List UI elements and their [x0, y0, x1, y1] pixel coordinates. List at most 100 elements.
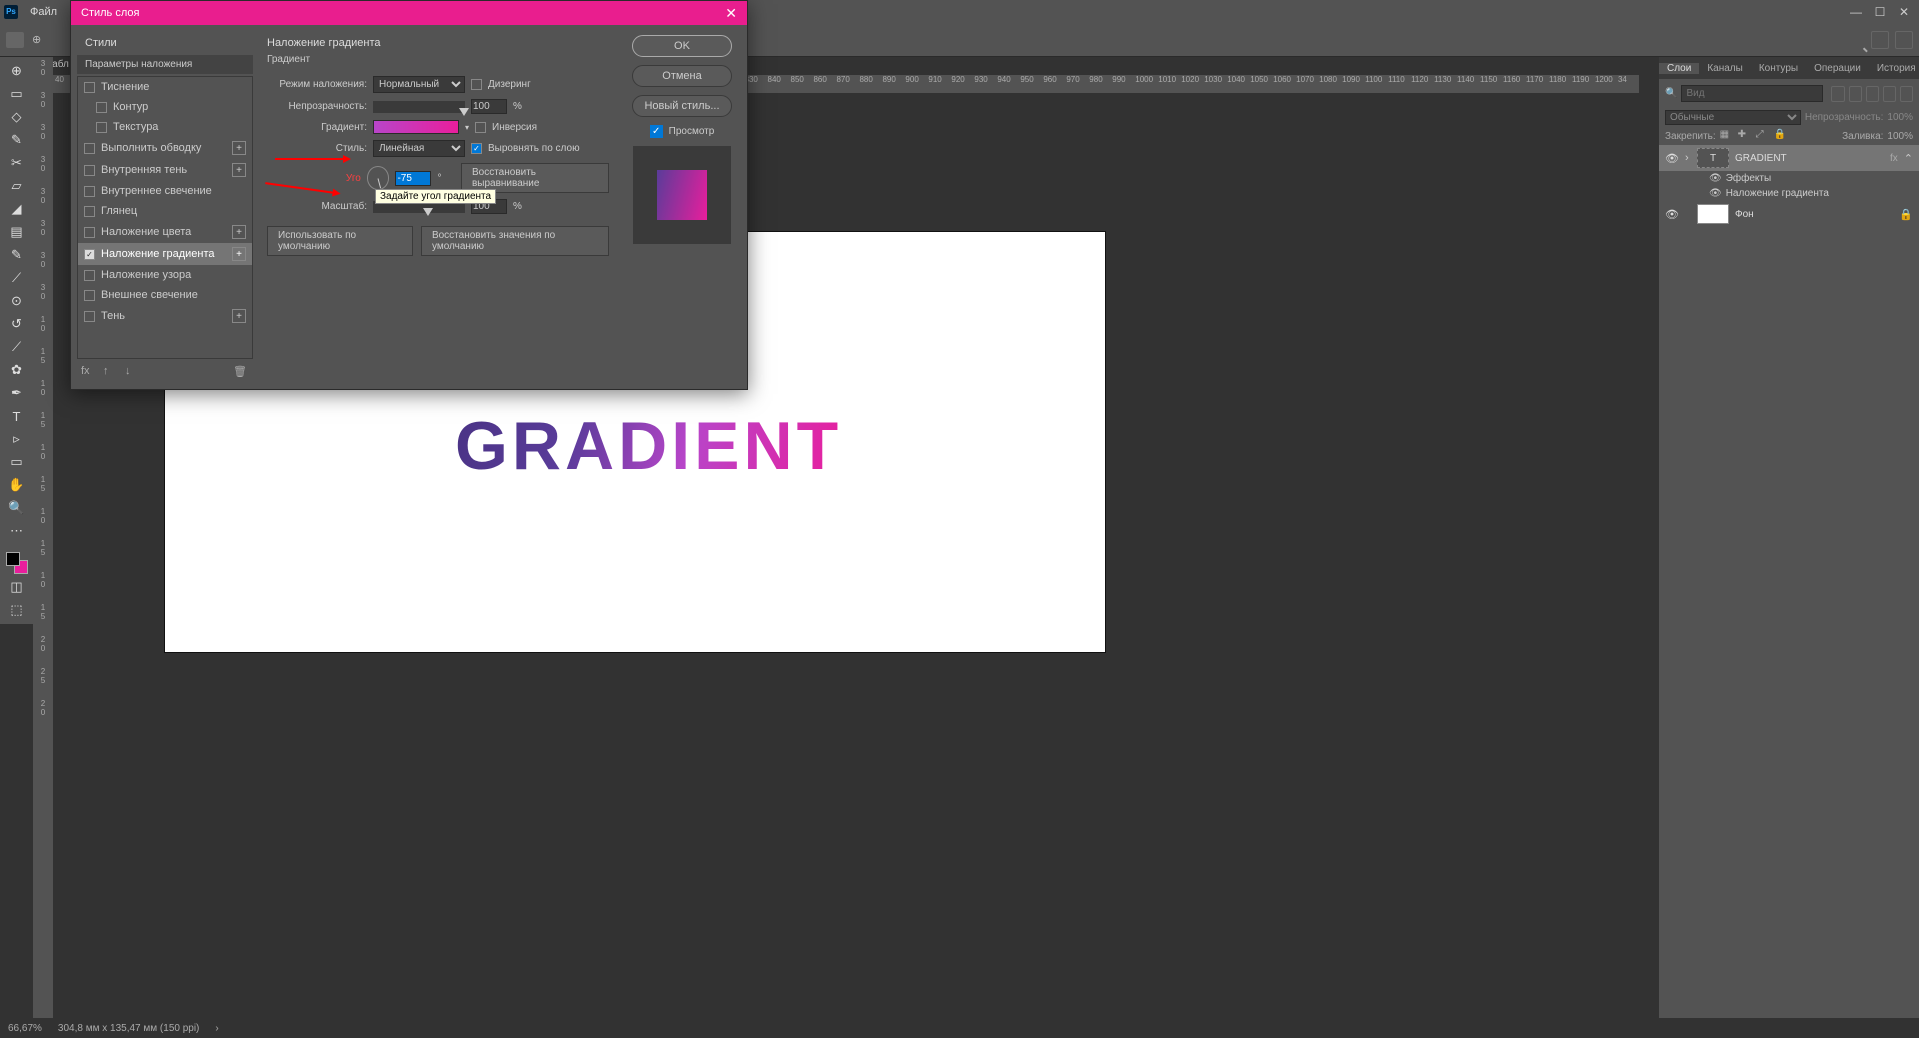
filter-smart-icon[interactable] — [1900, 86, 1913, 102]
reset-default-button[interactable]: Восстановить значения по умолчанию — [421, 226, 609, 256]
opacity-value[interactable]: 100% — [1887, 112, 1913, 123]
blend-mode-select[interactable]: Обычные — [1665, 110, 1801, 125]
lock-all-icon[interactable]: 🔒 — [1774, 129, 1788, 143]
dither-checkbox[interactable] — [471, 79, 482, 90]
layer-gradient[interactable]: 👁 › T GRADIENT fx ⌃ — [1659, 145, 1919, 171]
close-icon[interactable]: ✕ — [1893, 5, 1915, 19]
ok-button[interactable]: OK — [632, 35, 732, 57]
lock-pixels-icon[interactable]: ▦ — [1720, 129, 1734, 143]
chevron-down-icon[interactable]: ⌃ — [1904, 152, 1913, 165]
color-swatches[interactable] — [6, 552, 28, 574]
cancel-button[interactable]: Отмена — [632, 65, 732, 87]
blend-mode-select[interactable]: Нормальный — [373, 76, 465, 93]
visibility-icon[interactable]: 👁 — [1709, 188, 1722, 199]
align-checkbox[interactable] — [471, 143, 482, 154]
trash-icon[interactable]: 🗑 — [233, 365, 249, 379]
gradient-picker[interactable] — [373, 120, 459, 134]
fx-icon[interactable]: fx — [81, 365, 97, 379]
filter-adjust-icon[interactable] — [1849, 86, 1862, 102]
chevron-right-icon[interactable]: › — [215, 1023, 218, 1034]
effect-inner-shadow[interactable]: Внутренняя тень+ — [78, 159, 252, 181]
effect-drop-shadow[interactable]: Тень+ — [78, 305, 252, 327]
effect-satin[interactable]: Глянец — [78, 201, 252, 221]
marquee-tool[interactable]: ▭ — [5, 84, 29, 104]
blend-options-header[interactable]: Параметры наложения — [77, 55, 253, 74]
visibility-icon[interactable]: 👁 — [1665, 208, 1679, 221]
preview-toggle[interactable]: ✓ Просмотр — [650, 125, 715, 138]
brush-tool[interactable]: ✎ — [5, 245, 29, 265]
effect-stroke[interactable]: Выполнить обводку+ — [78, 137, 252, 159]
visibility-icon[interactable]: 👁 — [1665, 152, 1679, 165]
share-icon[interactable] — [1895, 31, 1913, 49]
plus-icon[interactable]: + — [232, 225, 246, 239]
effect-texture[interactable]: Текстура — [78, 117, 252, 137]
eraser-tool[interactable]: ↺ — [5, 314, 29, 334]
close-icon[interactable]: ✕ — [725, 5, 737, 22]
styles-header[interactable]: Стили — [77, 31, 253, 55]
visibility-icon[interactable]: 👁 — [1709, 173, 1722, 184]
dialog-titlebar[interactable]: Стиль слоя ✕ — [71, 1, 747, 25]
menu-file[interactable]: Файл — [24, 6, 63, 18]
lock-position-icon[interactable]: ✚ — [1738, 129, 1752, 143]
type-tool[interactable]: T — [5, 406, 29, 426]
frame-tool[interactable]: ▱ — [5, 176, 29, 196]
effect-gradient-overlay[interactable]: Наложение градиента — [1726, 188, 1829, 199]
effect-color-overlay[interactable]: Наложение цвета+ — [78, 221, 252, 243]
plus-icon[interactable]: + — [232, 309, 246, 323]
gradient-tool[interactable]: ⟋ — [5, 337, 29, 357]
history-brush-tool[interactable]: ⊙ — [5, 291, 29, 311]
shape-tool[interactable]: ▭ — [5, 452, 29, 472]
effect-bevel[interactable]: Тиснение — [78, 77, 252, 97]
heal-tool[interactable]: ▤ — [5, 222, 29, 242]
minimize-icon[interactable]: — — [1845, 5, 1867, 19]
lock-artboard-icon[interactable]: ⤢ — [1756, 129, 1770, 143]
fx-badge[interactable]: fx — [1890, 153, 1898, 164]
stamp-tool[interactable]: ⟋ — [5, 268, 29, 288]
angle-input[interactable] — [395, 171, 431, 186]
layer-background[interactable]: 👁 Фон 🔒 — [1659, 201, 1919, 227]
zoom-tool[interactable]: 🔍 — [5, 498, 29, 518]
wand-tool[interactable]: ✎ — [5, 130, 29, 150]
hand-tool[interactable]: ✋ — [5, 475, 29, 495]
fill-value[interactable]: 100% — [1887, 131, 1913, 142]
make-default-button[interactable]: Использовать по умолчанию — [267, 226, 413, 256]
reverse-checkbox[interactable] — [475, 122, 486, 133]
pen-tool[interactable]: ✒ — [5, 383, 29, 403]
effect-gradient-overlay[interactable]: Наложение градиента+ — [78, 243, 252, 265]
search-icon[interactable] — [1847, 31, 1865, 49]
eyedropper-tool[interactable]: ◢ — [5, 199, 29, 219]
angle-wheel[interactable] — [367, 166, 390, 190]
effect-pattern-overlay[interactable]: Наложение узора — [78, 265, 252, 285]
more-tools[interactable]: ⋯ — [5, 521, 29, 541]
layer-filter-input[interactable] — [1681, 85, 1823, 102]
blur-tool[interactable]: ✿ — [5, 360, 29, 380]
filter-shape-icon[interactable] — [1883, 86, 1896, 102]
home-icon[interactable] — [6, 32, 24, 48]
crop-tool[interactable]: ✂ — [5, 153, 29, 173]
effect-inner-glow[interactable]: Внутреннее свечение — [78, 181, 252, 201]
plus-icon[interactable]: + — [232, 163, 246, 177]
quickmask-icon[interactable]: ◫ — [5, 577, 29, 597]
tab-paths[interactable]: Контуры — [1751, 63, 1806, 74]
plus-icon[interactable]: + — [232, 247, 246, 261]
opacity-input[interactable] — [471, 99, 507, 114]
effect-outer-glow[interactable]: Внешнее свечение — [78, 285, 252, 305]
arrow-down-icon[interactable]: ↓ — [125, 365, 141, 379]
filter-image-icon[interactable] — [1831, 86, 1844, 102]
move-tool-icon[interactable]: ⊕ — [32, 33, 48, 46]
frame-icon[interactable] — [1871, 31, 1889, 49]
opacity-slider[interactable] — [373, 101, 465, 113]
filter-type-icon[interactable] — [1866, 86, 1879, 102]
tab-channels[interactable]: Каналы — [1699, 63, 1751, 74]
lasso-tool[interactable]: ◇ — [5, 107, 29, 127]
maximize-icon[interactable]: ☐ — [1869, 5, 1891, 19]
effect-contour[interactable]: Контур — [78, 97, 252, 117]
tab-history[interactable]: История — [1869, 63, 1919, 74]
tab-actions[interactable]: Операции — [1806, 63, 1869, 74]
zoom-level[interactable]: 66,67% — [8, 1023, 42, 1034]
tab-layers[interactable]: Слои — [1659, 63, 1699, 74]
arrow-up-icon[interactable]: ↑ — [103, 365, 119, 379]
move-tool[interactable]: ⊕ — [5, 61, 29, 81]
gradient-style-select[interactable]: Линейная — [373, 140, 465, 157]
path-tool[interactable]: ▹ — [5, 429, 29, 449]
